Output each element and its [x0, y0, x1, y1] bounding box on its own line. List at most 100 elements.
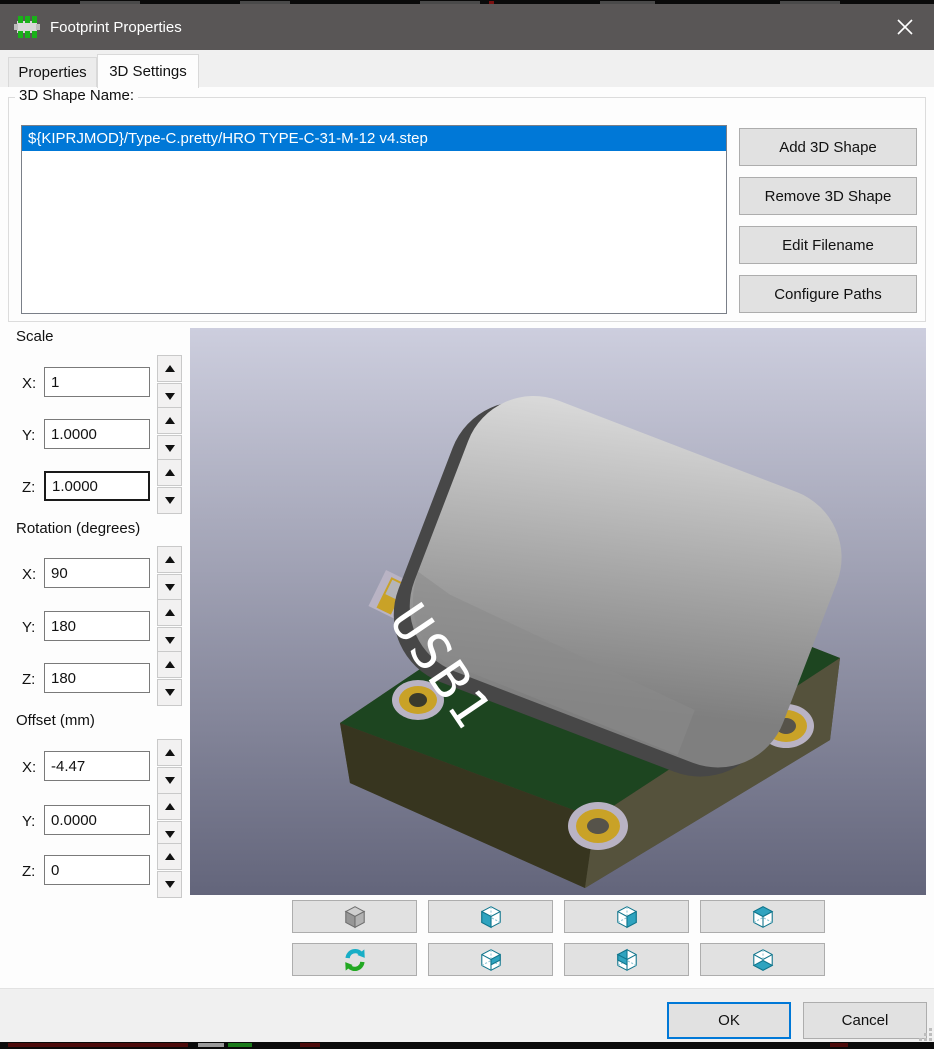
spin-up-button[interactable]	[157, 739, 182, 766]
tab-page-3d-settings: 3D Shape Name: ${KIPRJMOD}/Type-C.pretty…	[0, 87, 934, 988]
view-right-button[interactable]	[428, 943, 553, 976]
spin-down-button[interactable]	[157, 574, 182, 601]
dialog-footer: OK Cancel	[0, 988, 934, 1043]
down-arrow-icon	[165, 831, 175, 838]
axis-z-label: Z:	[22, 671, 35, 688]
axis-x-label: X:	[22, 375, 36, 392]
edit-filename-button[interactable]: Edit Filename	[739, 226, 917, 264]
footprint-properties-dialog: Footprint Properties Properties 3D Setti…	[0, 0, 934, 1049]
down-arrow-icon	[165, 881, 175, 888]
rotation-y-spinner	[157, 599, 182, 655]
offset-x-input[interactable]	[44, 751, 150, 781]
up-arrow-icon	[165, 469, 175, 476]
down-arrow-icon	[165, 584, 175, 591]
spin-down-button[interactable]	[157, 679, 182, 706]
axis-z-label: Z:	[22, 863, 35, 880]
up-arrow-icon	[165, 556, 175, 563]
scale-y-spinner	[157, 407, 182, 463]
rotation-x-row: X:	[16, 546, 186, 602]
resize-grip[interactable]	[916, 1025, 932, 1041]
tab-properties[interactable]: Properties	[8, 57, 97, 87]
up-arrow-icon	[165, 749, 175, 756]
top-view-icon	[750, 904, 776, 930]
view-front-button[interactable]	[564, 900, 689, 933]
down-arrow-icon	[165, 393, 175, 400]
spin-down-button[interactable]	[157, 627, 182, 654]
spin-up-button[interactable]	[157, 793, 182, 820]
spin-up-button[interactable]	[157, 459, 182, 486]
axis-x-label: X:	[22, 566, 36, 583]
scale-z-input[interactable]	[44, 471, 150, 501]
scale-y-input[interactable]	[44, 419, 150, 449]
scale-z-spinner	[157, 459, 182, 515]
spin-down-button[interactable]	[157, 383, 182, 410]
axis-y-label: Y:	[22, 427, 35, 444]
refresh-view-icon	[342, 947, 368, 973]
spin-down-button[interactable]	[157, 871, 182, 898]
view-bottom-button[interactable]	[700, 943, 825, 976]
cancel-button[interactable]: Cancel	[803, 1002, 927, 1039]
down-arrow-icon	[165, 777, 175, 784]
right-view-icon	[478, 947, 504, 973]
rotation-z-row: Z:	[16, 651, 186, 707]
titlebar[interactable]: Footprint Properties	[0, 4, 934, 50]
spin-down-button[interactable]	[157, 435, 182, 462]
offset-x-row: X:	[16, 739, 186, 795]
spin-up-button[interactable]	[157, 355, 182, 382]
up-arrow-icon	[165, 417, 175, 424]
offset-x-spinner	[157, 739, 182, 795]
3d-preview-canvas[interactable]: USB1	[190, 328, 926, 895]
offset-z-row: Z:	[16, 843, 186, 899]
shape-list[interactable]: ${KIPRJMOD}/Type-C.pretty/HRO TYPE-C-31-…	[21, 125, 727, 314]
offset-z-input[interactable]	[44, 855, 150, 885]
spin-up-button[interactable]	[157, 407, 182, 434]
tab-3d-settings[interactable]: 3D Settings	[97, 54, 199, 88]
shape-name-legend: 3D Shape Name:	[15, 87, 138, 104]
scale-x-spinner	[157, 355, 182, 411]
down-arrow-icon	[165, 689, 175, 696]
ok-button[interactable]: OK	[667, 1002, 791, 1039]
down-arrow-icon	[165, 497, 175, 504]
down-arrow-icon	[165, 637, 175, 644]
background-app-bottom-edge	[0, 1042, 934, 1049]
front-view-icon	[614, 904, 640, 930]
offset-y-row: Y:	[16, 793, 186, 849]
view-top-button[interactable]	[700, 900, 825, 933]
rotation-y-input[interactable]	[44, 611, 150, 641]
spin-down-button[interactable]	[157, 767, 182, 794]
offset-y-input[interactable]	[44, 805, 150, 835]
rotation-z-input[interactable]	[44, 663, 150, 693]
scale-x-row: X:	[16, 355, 186, 411]
scale-z-row: Z:	[16, 459, 186, 515]
add-3d-shape-button[interactable]: Add 3D Shape	[739, 128, 917, 166]
up-arrow-icon	[165, 609, 175, 616]
scale-x-input[interactable]	[44, 367, 150, 397]
axis-x-label: X:	[22, 759, 36, 776]
spin-up-button[interactable]	[157, 546, 182, 573]
scale-section-label: Scale	[16, 328, 54, 345]
spin-up-button[interactable]	[157, 843, 182, 870]
view-back-button[interactable]	[564, 943, 689, 976]
configure-paths-button[interactable]: Configure Paths	[739, 275, 917, 313]
view-left-button[interactable]	[428, 900, 553, 933]
close-button[interactable]	[882, 4, 928, 50]
shape-list-item[interactable]: ${KIPRJMOD}/Type-C.pretty/HRO TYPE-C-31-…	[22, 126, 726, 151]
up-arrow-icon	[165, 365, 175, 372]
down-arrow-icon	[165, 445, 175, 452]
axis-y-label: Y:	[22, 813, 35, 830]
rotation-x-spinner	[157, 546, 182, 602]
spin-down-button[interactable]	[157, 487, 182, 514]
spin-up-button[interactable]	[157, 651, 182, 678]
window-title: Footprint Properties	[50, 19, 182, 36]
axis-y-label: Y:	[22, 619, 35, 636]
up-arrow-icon	[165, 803, 175, 810]
spin-up-button[interactable]	[157, 599, 182, 626]
view-refresh-button[interactable]	[292, 943, 417, 976]
up-arrow-icon	[165, 853, 175, 860]
offset-section-label: Offset (mm)	[16, 712, 95, 729]
remove-3d-shape-button[interactable]: Remove 3D Shape	[739, 177, 917, 215]
view-isometric-button[interactable]	[292, 900, 417, 933]
rotation-z-spinner	[157, 651, 182, 707]
rotation-x-input[interactable]	[44, 558, 150, 588]
scale-y-row: Y:	[16, 407, 186, 463]
